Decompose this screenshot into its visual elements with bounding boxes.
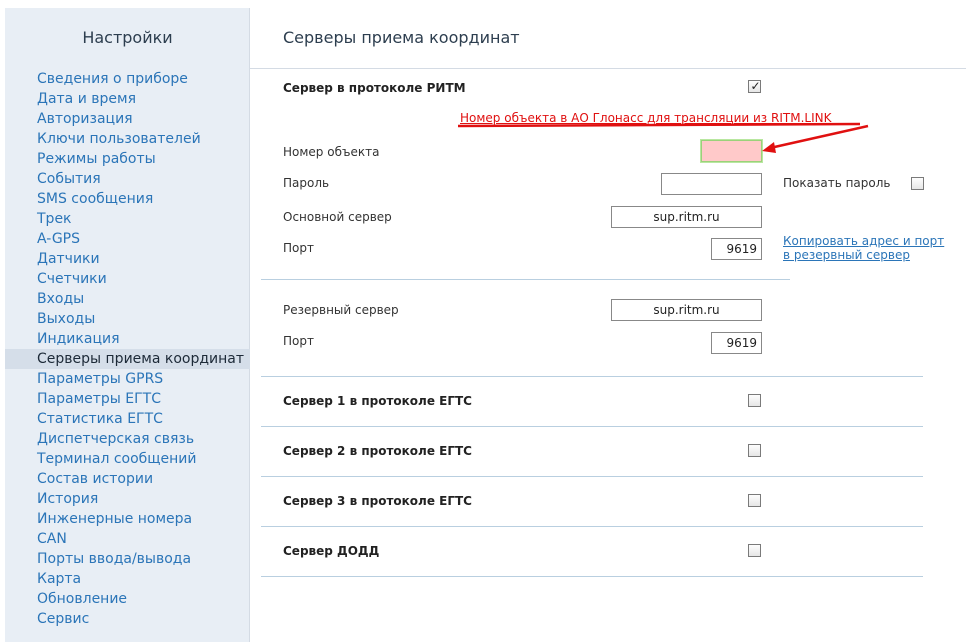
copy-link-line2[interactable]: в резервный сервер: [783, 248, 910, 262]
password-label: Пароль: [283, 176, 330, 190]
backup-port-label: Порт: [283, 334, 314, 348]
sidebar-item[interactable]: Обновление: [5, 589, 250, 609]
section-divider: [261, 526, 923, 527]
sidebar-menu: Сведения о приборе Дата и время Авторизаци…: [5, 69, 250, 629]
sidebar-item[interactable]: Режимы работы: [5, 149, 250, 169]
sidebar-item[interactable]: Статистика ЕГТС: [5, 409, 250, 429]
backup-server-label: Резервный сервер: [283, 303, 399, 317]
section-divider: [261, 279, 790, 280]
sidebar-item[interactable]: Сервис: [5, 609, 250, 629]
copy-link-line1[interactable]: Копировать адрес и порт: [783, 234, 944, 248]
egts3-server-checkbox[interactable]: [748, 494, 761, 507]
object-number-label: Номер объекта: [283, 145, 380, 159]
section-divider: [261, 576, 923, 577]
sidebar-item[interactable]: CAN: [5, 529, 250, 549]
sidebar-item[interactable]: Инженерные номера: [5, 509, 250, 529]
sidebar-item[interactable]: Параметры GPRS: [5, 369, 250, 389]
sidebar-item[interactable]: SMS сообщения: [5, 189, 250, 209]
sidebar-item[interactable]: Счетчики: [5, 269, 250, 289]
sidebar-item[interactable]: Серверы приема координат: [5, 349, 250, 369]
sidebar-item[interactable]: Входы: [5, 289, 250, 309]
ritm-server-label: Сервер в протоколе РИТМ: [283, 81, 466, 95]
sidebar-item[interactable]: Авторизация: [5, 109, 250, 129]
title-divider: [250, 68, 966, 69]
dodd-server-checkbox[interactable]: [748, 544, 761, 557]
sidebar-item[interactable]: События: [5, 169, 250, 189]
sidebar-item[interactable]: Дата и время: [5, 89, 250, 109]
main-server-label: Основной сервер: [283, 210, 392, 224]
sidebar-item[interactable]: Карта: [5, 569, 250, 589]
egts3-server-label: Сервер 3 в протоколе ЕГТС: [283, 494, 472, 508]
sidebar-item[interactable]: Трек: [5, 209, 250, 229]
sidebar-item[interactable]: Терминал сообщений: [5, 449, 250, 469]
sidebar-item[interactable]: A-GPS: [5, 229, 250, 249]
ritm-server-checkbox[interactable]: ✓: [748, 79, 761, 93]
sidebar-title: Настройки: [82, 28, 173, 47]
section-divider: [261, 376, 923, 377]
sidebar-item[interactable]: Порты ввода/вывода: [5, 549, 250, 569]
sidebar-item[interactable]: Параметры ЕГТС: [5, 389, 250, 409]
egts2-server-label: Сервер 2 в протоколе ЕГТС: [283, 444, 472, 458]
object-number-input[interactable]: [701, 140, 762, 162]
sidebar-item[interactable]: Выходы: [5, 309, 250, 329]
password-input[interactable]: [661, 173, 762, 195]
port-label: Порт: [283, 241, 314, 255]
dodd-server-label: Сервер ДОДД: [283, 544, 380, 558]
egts1-server-checkbox[interactable]: [748, 394, 761, 407]
sidebar-item[interactable]: Состав истории: [5, 469, 250, 489]
page-title: Серверы приема координат: [283, 28, 520, 47]
port-input[interactable]: [711, 238, 762, 260]
sidebar-item[interactable]: Индикация: [5, 329, 250, 349]
egts2-server-checkbox[interactable]: [748, 444, 761, 457]
sidebar-item[interactable]: Ключи пользователей: [5, 129, 250, 149]
section-divider: [261, 426, 923, 427]
section-divider: [261, 476, 923, 477]
sidebar-item[interactable]: Датчики: [5, 249, 250, 269]
sidebar-item[interactable]: Диспетчерская связь: [5, 429, 250, 449]
show-password-checkbox[interactable]: [911, 177, 924, 190]
annotation-text: Номер объекта в АО Глонасс для трансляци…: [460, 111, 832, 125]
egts1-server-label: Сервер 1 в протоколе ЕГТС: [283, 394, 472, 408]
main-server-input[interactable]: [611, 206, 762, 228]
sidebar-item[interactable]: История: [5, 489, 250, 509]
copy-to-backup-link[interactable]: Копировать адрес и порт в резервный серв…: [783, 234, 944, 262]
main-panel: Серверы приема координат Сервер в проток…: [250, 8, 966, 642]
settings-sidebar: Настройки Сведения о приборе Дата и время…: [5, 8, 250, 642]
show-password-label: Показать пароль: [783, 176, 891, 190]
backup-server-input[interactable]: [611, 299, 762, 321]
check-mark-icon: ✓: [750, 79, 761, 93]
backup-port-input[interactable]: [711, 332, 762, 354]
sidebar-item[interactable]: Сведения о приборе: [5, 69, 250, 89]
